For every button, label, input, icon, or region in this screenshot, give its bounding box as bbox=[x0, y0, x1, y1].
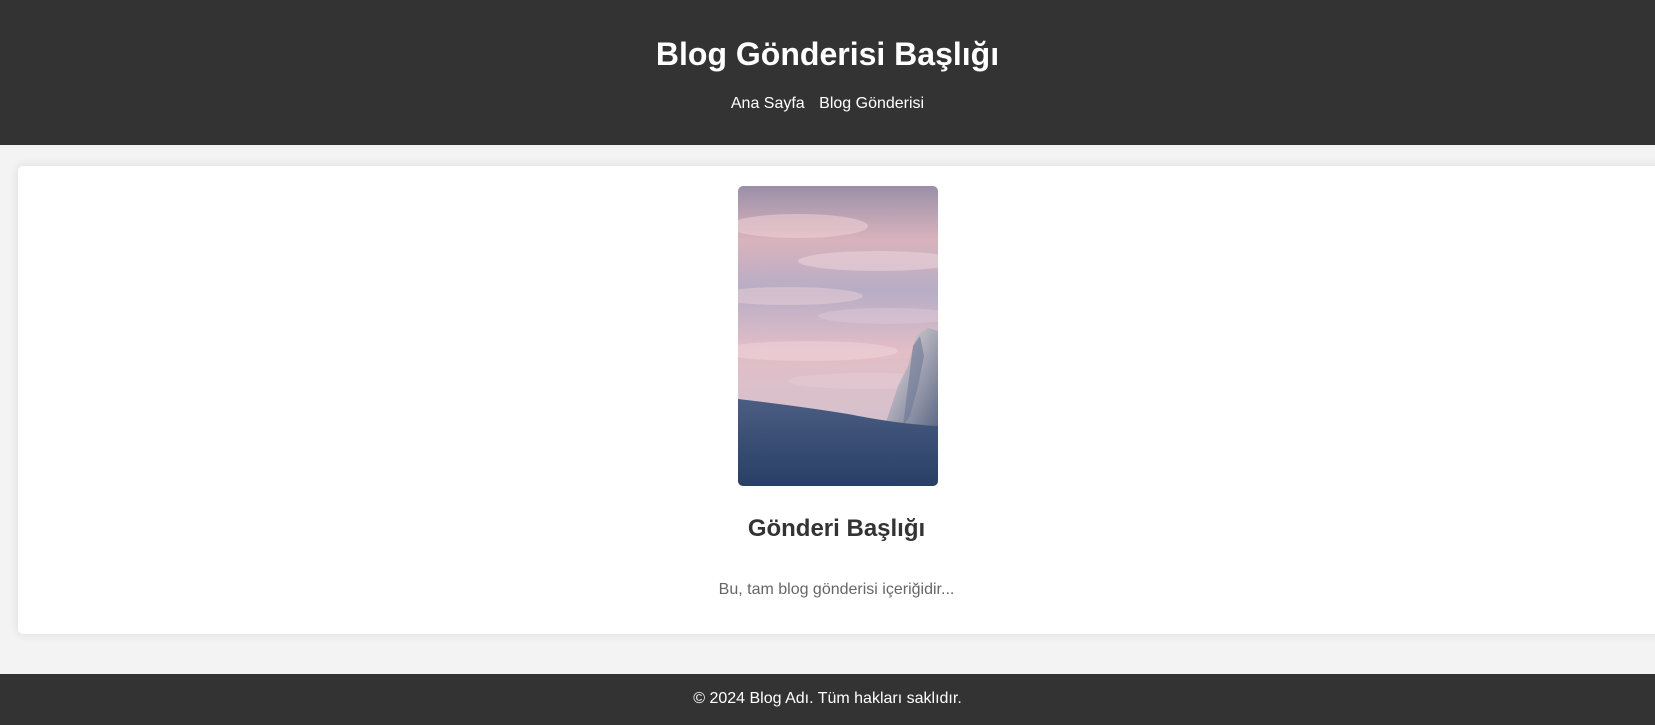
post-title: Gönderi Başlığı bbox=[747, 515, 926, 542]
site-header: Blog Gönderisi Başlığı Ana Sayfa Blog Gö… bbox=[0, 0, 1655, 145]
nav-link-home[interactable]: Ana Sayfa bbox=[731, 95, 805, 112]
post-content: Bu, tam blog gönderisi içeriğidir... bbox=[718, 581, 955, 598]
post-image bbox=[738, 186, 938, 486]
site-footer: © 2024 Blog Adı. Tüm hakları saklıdır. bbox=[0, 674, 1655, 725]
page-title: Blog Gönderisi Başlığı bbox=[655, 36, 1000, 72]
main-nav: Ana Sayfa Blog Gönderisi bbox=[0, 94, 1655, 114]
copyright-text: © 2024 Blog Adı. Tüm hakları saklıdır. bbox=[693, 690, 962, 707]
nav-link-blog-post[interactable]: Blog Gönderisi bbox=[819, 95, 924, 112]
post-card: Gönderi Başlığı Bu, tam blog gönderisi i… bbox=[18, 166, 1655, 634]
